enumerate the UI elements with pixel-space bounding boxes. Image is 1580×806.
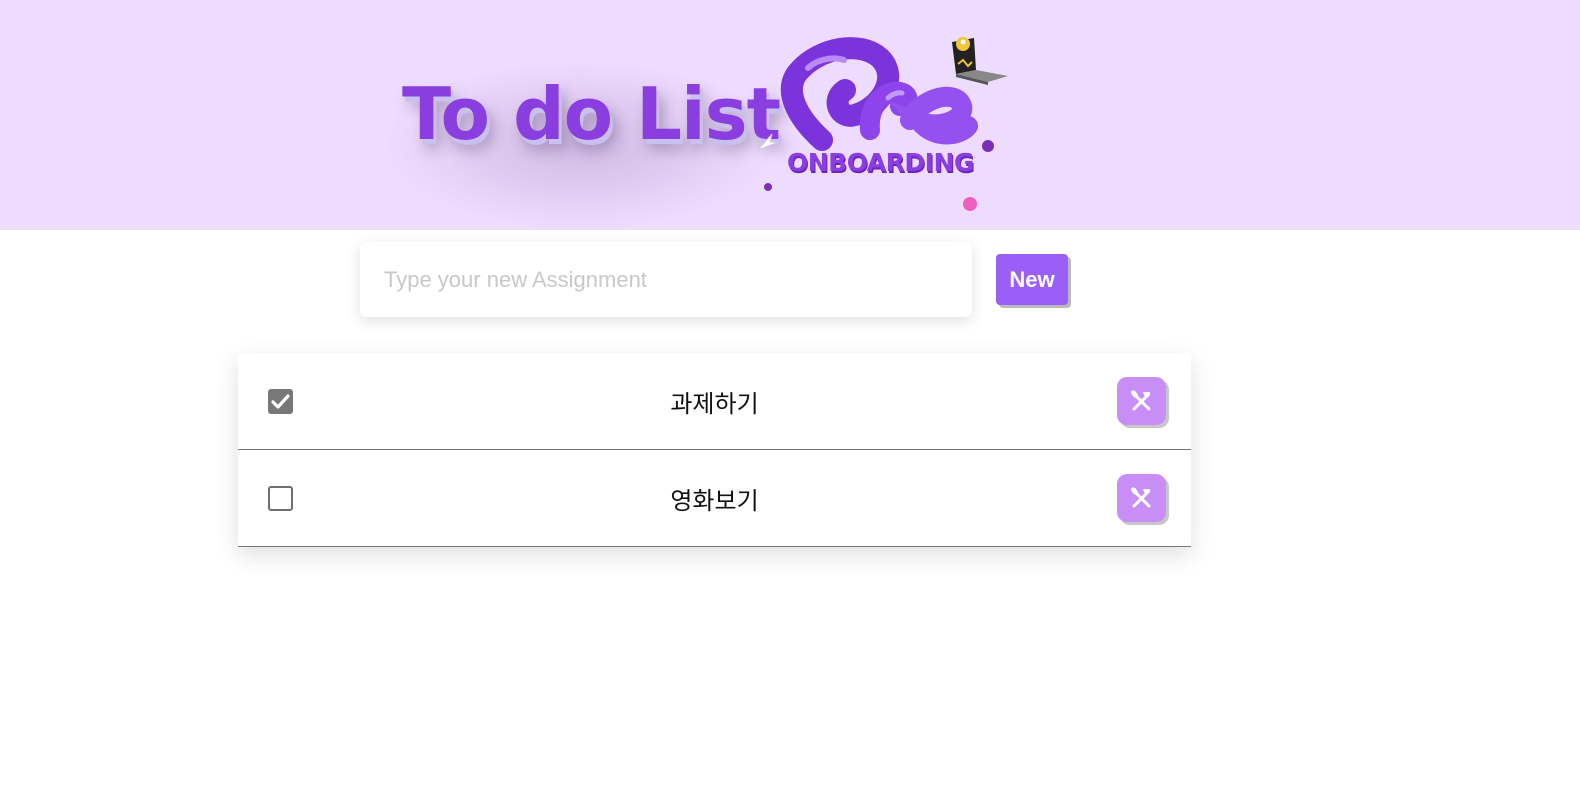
cursor-icon xyxy=(757,133,779,151)
new-button[interactable]: New xyxy=(996,254,1068,305)
new-assignment-input[interactable] xyxy=(360,242,972,317)
todo-label: 영화보기 xyxy=(670,487,759,515)
pre-lettering xyxy=(780,37,978,151)
edit-todo-button[interactable] xyxy=(1117,377,1166,425)
todo-list: 과제하기 영화보기 xyxy=(238,353,1191,547)
tools-icon xyxy=(1131,487,1151,508)
app-title: To do List xyxy=(402,72,781,156)
pre-onboarding-logo xyxy=(757,37,1008,211)
todo-label: 과제하기 xyxy=(670,390,759,418)
todo-item: 과제하기 xyxy=(238,353,1191,450)
decor-dot xyxy=(982,140,994,152)
logo-subtitle: ONBOARDING xyxy=(787,148,974,177)
tools-icon xyxy=(1131,390,1151,411)
decor-dot xyxy=(963,197,977,211)
title-wrap: To do List xyxy=(402,72,781,156)
todo-item: 영화보기 xyxy=(238,450,1191,547)
header-banner: To do List ONBOARDING xyxy=(0,0,1580,230)
edit-todo-button[interactable] xyxy=(1117,474,1166,522)
decor-dot xyxy=(764,183,772,191)
